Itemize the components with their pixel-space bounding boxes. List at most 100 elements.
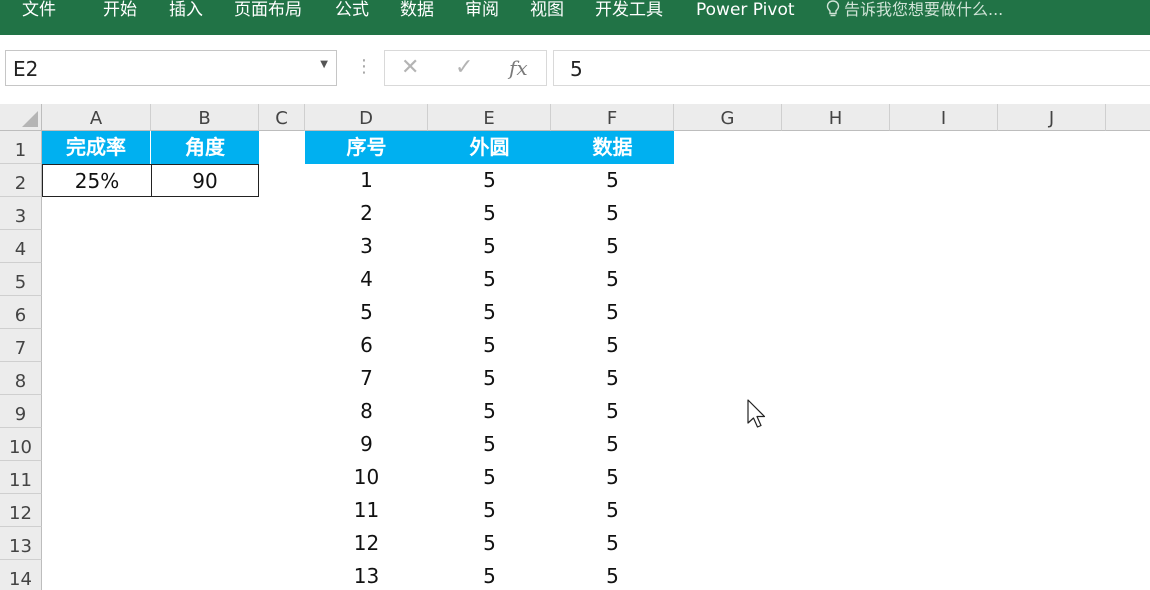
row-header-14[interactable]: 14 <box>0 560 42 590</box>
lightbulb-icon <box>826 0 840 17</box>
tab-page-layout[interactable]: 页面布局 <box>234 0 302 22</box>
cell-d7[interactable]: 6 <box>305 329 428 362</box>
row-header-12[interactable]: 12 <box>0 494 42 527</box>
tab-file[interactable]: 文件 <box>22 0 56 22</box>
cell-f4[interactable]: 5 <box>551 230 674 263</box>
row-header-1[interactable]: 1 <box>0 131 42 164</box>
enter-icon[interactable]: ✓ <box>455 54 473 82</box>
row-header-8[interactable]: 8 <box>0 362 42 395</box>
cell-b1[interactable]: 角度 <box>151 131 259 164</box>
cell-e5[interactable]: 5 <box>428 263 551 296</box>
cell-d5[interactable]: 4 <box>305 263 428 296</box>
cell-f5[interactable]: 5 <box>551 263 674 296</box>
cell-f13[interactable]: 5 <box>551 527 674 560</box>
cell-e14[interactable]: 5 <box>428 560 551 590</box>
cell-a1[interactable]: 完成率 <box>42 131 151 164</box>
cell-f8[interactable]: 5 <box>551 362 674 395</box>
cell-f10[interactable]: 5 <box>551 428 674 461</box>
cell-d1[interactable]: 序号 <box>305 131 428 164</box>
column-header-f[interactable]: F <box>551 104 674 131</box>
row-header-9[interactable]: 9 <box>0 395 42 428</box>
tell-me-search[interactable]: 告诉我您想要做什么... <box>826 0 1003 22</box>
column-header-c[interactable]: C <box>259 104 305 131</box>
tab-view[interactable]: 视图 <box>530 0 564 22</box>
tab-developer[interactable]: 开发工具 <box>595 0 663 22</box>
cell-d10[interactable]: 9 <box>305 428 428 461</box>
ribbon: 文件 开始 插入 页面布局 公式 数据 审阅 视图 开发工具 Power Piv… <box>0 0 1150 35</box>
row-header-4[interactable]: 4 <box>0 230 42 263</box>
column-header-e[interactable]: E <box>428 104 551 131</box>
tab-power-pivot[interactable]: Power Pivot <box>696 0 795 22</box>
column-header-j[interactable]: J <box>998 104 1106 131</box>
cell-d14[interactable]: 13 <box>305 560 428 590</box>
cell-b2[interactable]: 90 <box>151 164 259 197</box>
select-all-icon <box>22 111 38 127</box>
tab-formulas[interactable]: 公式 <box>335 0 369 22</box>
cell-e2[interactable]: 5 <box>428 164 551 197</box>
cell-d6[interactable]: 5 <box>305 296 428 329</box>
formula-bar: E2 ▼ ⋮ ✕ ✓ fx 5 <box>0 35 1150 104</box>
cell-d2[interactable]: 1 <box>305 164 428 197</box>
row-header-11[interactable]: 11 <box>0 461 42 494</box>
cell-f9[interactable]: 5 <box>551 395 674 428</box>
insert-function-icon[interactable]: fx <box>509 54 528 82</box>
cell-d9[interactable]: 8 <box>305 395 428 428</box>
cell-d13[interactable]: 12 <box>305 527 428 560</box>
cell-f3[interactable]: 5 <box>551 197 674 230</box>
cell-e7[interactable]: 5 <box>428 329 551 362</box>
column-header-b[interactable]: B <box>151 104 259 131</box>
tab-data[interactable]: 数据 <box>400 0 434 22</box>
tell-me-text: 告诉我您想要做什么... <box>844 0 1004 19</box>
cell-e4[interactable]: 5 <box>428 230 551 263</box>
cell-d3[interactable]: 2 <box>305 197 428 230</box>
cell-f6[interactable]: 5 <box>551 296 674 329</box>
cell-e1[interactable]: 外圆 <box>428 131 551 164</box>
cell-f1[interactable]: 数据 <box>551 131 674 164</box>
formula-input[interactable]: 5 <box>553 50 1150 86</box>
column-header-k[interactable] <box>1106 104 1150 131</box>
cell-e10[interactable]: 5 <box>428 428 551 461</box>
tab-insert[interactable]: 插入 <box>169 0 203 22</box>
name-box-value: E2 <box>13 57 39 81</box>
column-header-a[interactable]: A <box>42 104 151 131</box>
cell-e11[interactable]: 5 <box>428 461 551 494</box>
cancel-icon[interactable]: ✕ <box>401 54 419 82</box>
cell-e9[interactable]: 5 <box>428 395 551 428</box>
cell-d11[interactable]: 10 <box>305 461 428 494</box>
row-header-13[interactable]: 13 <box>0 527 42 560</box>
column-header-g[interactable]: G <box>674 104 782 131</box>
mouse-cursor-icon <box>747 399 766 428</box>
row-header-7[interactable]: 7 <box>0 329 42 362</box>
formula-buttons: ✕ ✓ fx <box>384 50 547 86</box>
row-header-3[interactable]: 3 <box>0 197 42 230</box>
tab-review[interactable]: 审阅 <box>465 0 499 22</box>
name-box[interactable]: E2 ▼ <box>5 50 337 86</box>
formula-value: 5 <box>570 57 583 81</box>
cell-e6[interactable]: 5 <box>428 296 551 329</box>
cell-d8[interactable]: 7 <box>305 362 428 395</box>
cell-d4[interactable]: 3 <box>305 230 428 263</box>
cell-e13[interactable]: 5 <box>428 527 551 560</box>
column-header-d[interactable]: D <box>305 104 428 131</box>
drag-handle-icon[interactable]: ⋮ <box>355 52 373 82</box>
row-header-10[interactable]: 10 <box>0 428 42 461</box>
cell-f2[interactable]: 5 <box>551 164 674 197</box>
tab-home[interactable]: 开始 <box>103 0 137 22</box>
chevron-down-icon[interactable]: ▼ <box>320 59 328 70</box>
row-header-2[interactable]: 2 <box>0 164 42 197</box>
cell-a2[interactable]: 25% <box>42 164 152 197</box>
row-header-5[interactable]: 5 <box>0 263 42 296</box>
select-all-button[interactable] <box>0 104 42 131</box>
row-header-6[interactable]: 6 <box>0 296 42 329</box>
cell-f14[interactable]: 5 <box>551 560 674 590</box>
cell-e8[interactable]: 5 <box>428 362 551 395</box>
column-header-i[interactable]: I <box>890 104 998 131</box>
cell-f12[interactable]: 5 <box>551 494 674 527</box>
cell-f7[interactable]: 5 <box>551 329 674 362</box>
column-header-h[interactable]: H <box>782 104 890 131</box>
cell-d12[interactable]: 11 <box>305 494 428 527</box>
cell-f11[interactable]: 5 <box>551 461 674 494</box>
worksheet-grid: A B C D E F G H I J 1 2 3 4 5 6 7 8 9 10… <box>0 104 1150 590</box>
cell-e12[interactable]: 5 <box>428 494 551 527</box>
cell-e3[interactable]: 5 <box>428 197 551 230</box>
